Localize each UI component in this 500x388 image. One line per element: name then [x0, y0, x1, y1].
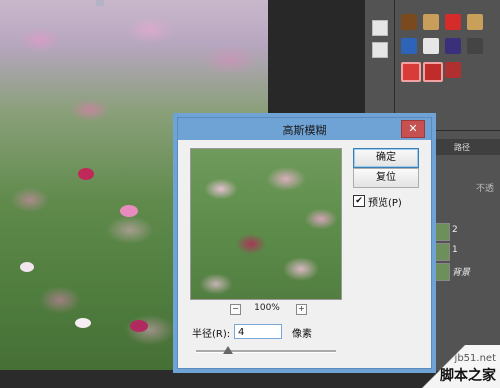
- layer-name: 1: [452, 245, 458, 255]
- style-swatch[interactable]: [401, 62, 421, 82]
- zoom-out-button[interactable]: −: [230, 304, 241, 315]
- preview-checkbox[interactable]: ✔: [353, 195, 365, 207]
- preview-label: 预览(P): [368, 198, 402, 209]
- style-swatch[interactable]: [445, 62, 461, 78]
- layer-name: 2: [452, 225, 458, 235]
- close-button[interactable]: ✕: [401, 120, 425, 138]
- style-swatch[interactable]: [467, 14, 483, 30]
- layer-row[interactable]: 2: [434, 221, 500, 241]
- radius-slider-thumb[interactable]: [223, 346, 233, 354]
- opacity-hint: 不透: [476, 184, 495, 194]
- style-swatch[interactable]: [423, 14, 439, 30]
- style-swatch[interactable]: [467, 38, 483, 54]
- style-swatch[interactable]: [423, 38, 439, 54]
- dialog-titlebar[interactable]: 高斯模糊 ✕: [178, 118, 431, 140]
- style-swatch[interactable]: [423, 62, 443, 82]
- layer-thumbnail: [434, 243, 450, 261]
- ok-button[interactable]: 确定: [353, 148, 419, 168]
- gaussian-blur-dialog: 高斯模糊 ✕ − 100% + 确定 复位 ✔ 预览(P) 半径(R): 4 像…: [177, 117, 432, 369]
- reset-button[interactable]: 复位: [353, 168, 419, 188]
- style-swatch[interactable]: [401, 14, 417, 30]
- preview-option[interactable]: ✔ 预览(P): [353, 194, 423, 209]
- radius-input[interactable]: 4: [234, 324, 282, 339]
- zoom-controls: − 100% +: [230, 303, 310, 316]
- panel-icon-strip: [364, 0, 395, 130]
- layer-row[interactable]: 1: [434, 241, 500, 261]
- zoom-level: 100%: [254, 303, 280, 313]
- layer-name: 背景: [452, 268, 471, 278]
- notes-icon[interactable]: [372, 42, 388, 58]
- tab-paths[interactable]: 路径: [454, 142, 470, 153]
- watermark-url: jb51.net: [454, 353, 496, 364]
- layer-row[interactable]: 背景: [434, 261, 500, 281]
- radius-row: 半径(R): 4 像素: [192, 324, 392, 342]
- style-swatch[interactable]: [401, 38, 417, 54]
- style-swatch[interactable]: [445, 38, 461, 54]
- zoom-in-button[interactable]: +: [296, 304, 307, 315]
- flower-highlight: [130, 320, 148, 332]
- layer-thumbnail: [434, 263, 450, 281]
- history-icon[interactable]: [372, 20, 388, 36]
- canvas-marker: [96, 0, 104, 6]
- dialog-title: 高斯模糊: [282, 124, 327, 137]
- radius-label: 半径(R):: [192, 329, 231, 340]
- flower-highlight: [20, 262, 34, 272]
- flower-highlight: [78, 168, 94, 180]
- style-swatch[interactable]: [445, 14, 461, 30]
- flower-highlight: [75, 318, 91, 328]
- styles-panel: [394, 0, 500, 130]
- radius-unit: 像素: [292, 329, 312, 340]
- watermark-name: 脚本之家: [440, 368, 496, 384]
- watermark-badge: jb51.net 脚本之家: [400, 345, 500, 388]
- layer-thumbnail: [434, 223, 450, 241]
- flower-highlight: [120, 205, 138, 217]
- radius-slider-track[interactable]: [196, 350, 336, 353]
- blur-preview[interactable]: [190, 148, 342, 300]
